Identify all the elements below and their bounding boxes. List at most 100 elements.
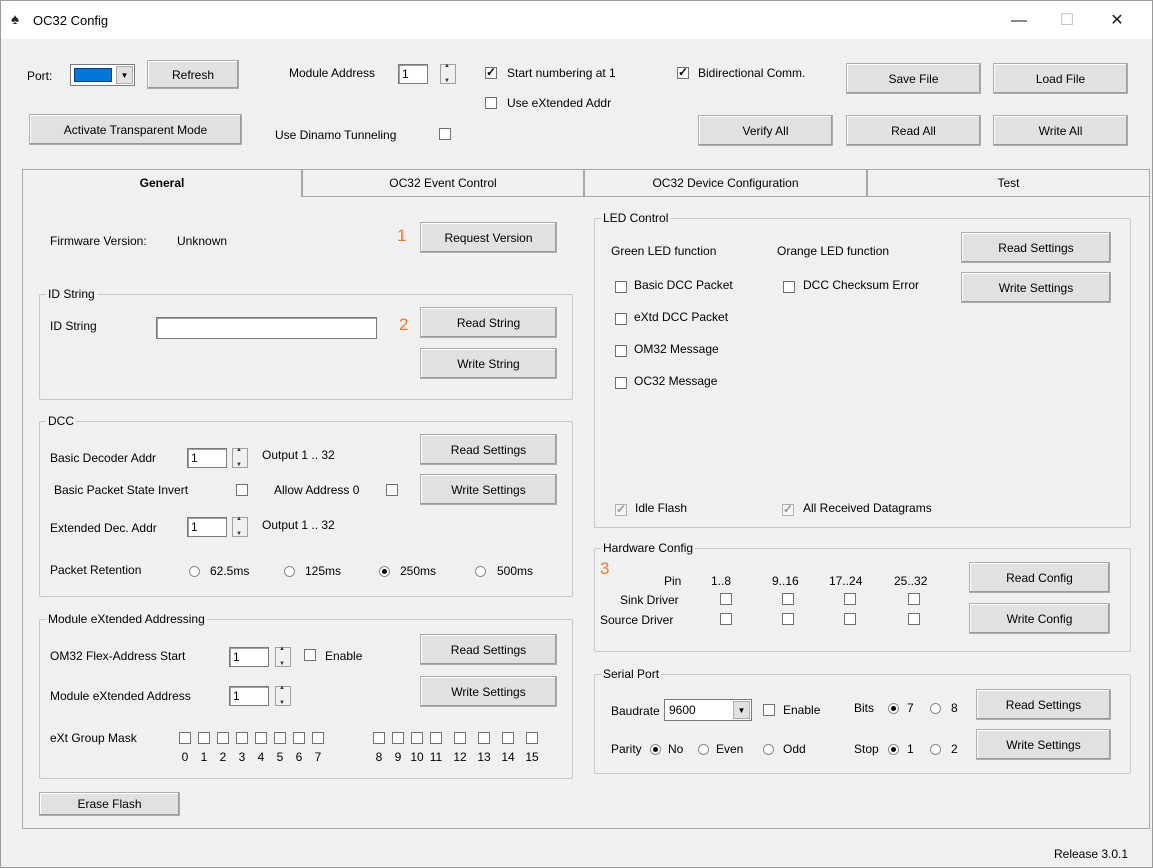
basic-decoder-field[interactable]: 1	[187, 448, 227, 468]
erase-flash-button[interactable]: Erase Flash	[39, 792, 180, 816]
chevron-down-icon[interactable]: ▼	[116, 66, 133, 84]
sink-25-32-checkbox[interactable]	[908, 593, 920, 605]
stop-1-radio[interactable]	[888, 744, 899, 755]
green-oc32-checkbox[interactable]	[615, 377, 627, 389]
write-config-button[interactable]: Write Config	[969, 603, 1110, 634]
bits-7-radio[interactable]	[888, 703, 899, 714]
read-all-button[interactable]: Read All	[846, 115, 981, 146]
parity-odd-radio[interactable]	[763, 744, 774, 755]
request-version-button[interactable]: Request Version	[420, 222, 557, 253]
module-ext-address-field[interactable]: 1	[229, 686, 269, 706]
serial-read-settings-button[interactable]: Read Settings	[976, 689, 1111, 720]
mask-bit-14-checkbox[interactable]	[502, 732, 514, 744]
mask-bit-label: 3	[238, 750, 246, 764]
green-basic-dcc-checkbox[interactable]	[615, 281, 627, 293]
extended-dec-stepper[interactable]	[232, 516, 248, 537]
port-select[interactable]: ▼	[70, 64, 135, 86]
om32-flex-field[interactable]: 1	[229, 647, 269, 667]
activate-transparent-mode-button[interactable]: Activate Transparent Mode	[29, 114, 242, 145]
retention-250ms-radio[interactable]	[379, 566, 390, 577]
mask-bit-0-checkbox[interactable]	[179, 732, 191, 744]
app-icon: ♠	[11, 11, 19, 28]
start-numbering-checkbox[interactable]	[485, 65, 497, 79]
verify-all-button[interactable]: Verify All	[698, 115, 833, 146]
mask-bit-9-checkbox[interactable]	[392, 732, 404, 744]
mask-bit-6-checkbox[interactable]	[293, 732, 305, 744]
maximize-button[interactable]: ☐	[1044, 7, 1090, 35]
sink-17-24-checkbox[interactable]	[844, 593, 856, 605]
extended-output-label: Output 1 .. 32	[262, 518, 335, 532]
source-25-32-checkbox[interactable]	[908, 613, 920, 625]
mask-bit-5-checkbox[interactable]	[274, 732, 286, 744]
source-9-16-checkbox[interactable]	[782, 613, 794, 625]
use-extended-addr-checkbox[interactable]	[485, 97, 497, 109]
mxa-read-settings-button[interactable]: Read Settings	[420, 634, 557, 665]
stop-label: Stop	[854, 742, 879, 756]
bidirectional-checkbox[interactable]	[677, 65, 689, 79]
tab-device-configuration[interactable]: OC32 Device Configuration	[584, 169, 867, 196]
mask-bit-13-checkbox[interactable]	[478, 732, 490, 744]
load-file-button[interactable]: Load File	[993, 63, 1128, 94]
parity-no-radio[interactable]	[650, 744, 661, 755]
retention-125ms-radio[interactable]	[284, 566, 295, 577]
app-window: ♠ OC32 Config — ☐ ✕ Port: ▼ Refresh Modu…	[0, 0, 1153, 868]
om32-flex-enable-checkbox[interactable]	[304, 649, 316, 661]
packet-state-invert-checkbox[interactable]	[236, 484, 248, 496]
read-string-button[interactable]: Read String	[420, 307, 557, 338]
basic-decoder-stepper[interactable]	[232, 447, 248, 468]
source-17-24-checkbox[interactable]	[844, 613, 856, 625]
refresh-button[interactable]: Refresh	[147, 60, 239, 89]
mask-bit-12-checkbox[interactable]	[454, 732, 466, 744]
mask-bit-11-checkbox[interactable]	[430, 732, 442, 744]
bits-8-radio[interactable]	[930, 703, 941, 714]
write-string-button[interactable]: Write String	[420, 348, 557, 379]
serial-write-settings-button[interactable]: Write Settings	[976, 729, 1111, 760]
id-string-input[interactable]	[156, 317, 377, 339]
dcc-write-settings-button[interactable]: Write Settings	[420, 474, 557, 505]
tab-test[interactable]: Test	[867, 169, 1150, 196]
write-all-button[interactable]: Write All	[993, 115, 1128, 146]
serial-enable-checkbox[interactable]	[763, 704, 775, 716]
mask-bit-2-checkbox[interactable]	[217, 732, 229, 744]
mask-bit-7-checkbox[interactable]	[312, 732, 324, 744]
tab-event-control[interactable]: OC32 Event Control	[302, 169, 584, 196]
tab-general[interactable]: General	[22, 169, 302, 197]
read-config-button[interactable]: Read Config	[969, 562, 1110, 593]
mask-bit-15-checkbox[interactable]	[526, 732, 538, 744]
dinamo-tunneling-checkbox[interactable]	[439, 128, 451, 140]
baudrate-select[interactable]: 9600 ▼	[664, 699, 752, 721]
mask-bit-3-checkbox[interactable]	[236, 732, 248, 744]
minimize-button[interactable]: —	[996, 7, 1042, 35]
green-om32-checkbox[interactable]	[615, 345, 627, 357]
sink-9-16-checkbox[interactable]	[782, 593, 794, 605]
retention-500ms-radio[interactable]	[475, 566, 486, 577]
chevron-down-icon[interactable]: ▼	[733, 701, 750, 719]
all-received-label: All Received Datagrams	[803, 501, 932, 515]
mask-bit-4-checkbox[interactable]	[255, 732, 267, 744]
mask-bit-8-checkbox[interactable]	[373, 732, 385, 744]
save-file-button[interactable]: Save File	[846, 63, 981, 94]
module-ext-address-stepper[interactable]	[275, 685, 291, 706]
idle-flash-checkbox[interactable]	[615, 502, 627, 516]
retention-62-5ms-radio[interactable]	[189, 566, 200, 577]
parity-even-radio[interactable]	[698, 744, 709, 755]
orange-checksum-checkbox[interactable]	[783, 281, 795, 293]
dcc-read-settings-button[interactable]: Read Settings	[420, 434, 557, 465]
extended-dec-field[interactable]: 1	[187, 517, 227, 537]
green-extd-dcc-checkbox[interactable]	[615, 313, 627, 325]
source-1-8-checkbox[interactable]	[720, 613, 732, 625]
all-received-checkbox[interactable]	[782, 502, 794, 516]
stop-2-radio[interactable]	[930, 744, 941, 755]
module-address-field[interactable]: 1	[398, 64, 428, 84]
dinamo-tunneling-label: Use Dinamo Tunneling	[275, 128, 397, 142]
close-button[interactable]: ✕	[1094, 7, 1140, 35]
mask-bit-10-checkbox[interactable]	[411, 732, 423, 744]
module-address-stepper[interactable]	[440, 63, 456, 84]
mxa-write-settings-button[interactable]: Write Settings	[420, 676, 557, 707]
allow-address0-checkbox[interactable]	[386, 484, 398, 496]
led-read-settings-button[interactable]: Read Settings	[961, 232, 1111, 263]
mask-bit-1-checkbox[interactable]	[198, 732, 210, 744]
sink-1-8-checkbox[interactable]	[720, 593, 732, 605]
led-write-settings-button[interactable]: Write Settings	[961, 272, 1111, 303]
om32-flex-stepper[interactable]	[275, 646, 291, 667]
